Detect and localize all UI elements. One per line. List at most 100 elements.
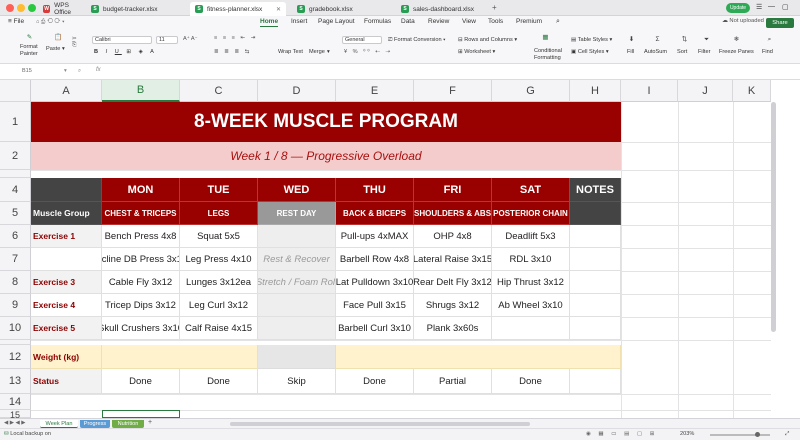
tab-sales-dashboard[interactable]: S sales-dashboard.xlsx <box>396 2 486 16</box>
row-header-13[interactable]: 13 <box>0 369 31 394</box>
font-style-buttons[interactable]: B I U ⊞ ◈ A <box>94 49 157 55</box>
worksheet-button[interactable]: ⊞ Worksheet ▾ <box>458 49 495 55</box>
exercise-cell[interactable]: Face Pull 3x15 <box>336 294 414 317</box>
backup-status[interactable]: ⛁ Local backup on <box>4 431 51 437</box>
alignment-icons[interactable]: ≡ ≡ ≡ ⇤ ⇥ <box>214 35 257 41</box>
day-header-thu[interactable]: THU <box>336 178 414 202</box>
fullscreen-icon[interactable]: ⤢ <box>785 431 789 438</box>
exercise-cell[interactable] <box>492 317 570 340</box>
menu-formulas[interactable]: Formulas <box>364 18 391 25</box>
muscle-group-tue[interactable]: LEGS <box>180 202 258 225</box>
weight-input-mon-tue[interactable] <box>102 345 258 369</box>
row-header-1[interactable]: 1 <box>0 102 31 142</box>
exercise-cell[interactable]: Skull Crushers 3x10 <box>102 317 180 340</box>
day-header-tue[interactable]: TUE <box>180 178 258 202</box>
column-header-b[interactable]: B <box>102 80 180 102</box>
notes-cell[interactable] <box>570 294 621 317</box>
exercise-cell[interactable]: Pull-ups 4xMAX <box>336 225 414 248</box>
rows-columns-button[interactable]: ⊟ Rows and Columns ▾ <box>458 37 517 43</box>
row-header-15[interactable]: 15 <box>0 410 31 420</box>
muscle-group-mon[interactable]: CHEST & TRICEPS <box>102 202 180 225</box>
status-cell[interactable]: Done <box>180 369 258 394</box>
menu-tools[interactable]: Tools <box>488 18 503 25</box>
exercise-label-3[interactable]: Exercise 3 <box>31 271 102 294</box>
status-label[interactable]: Status <box>31 369 102 394</box>
row-header-3[interactable]: 3 <box>0 170 31 178</box>
exercise-cell[interactable]: RDL 3x10 <box>492 248 570 271</box>
vertical-scrollbar[interactable] <box>771 102 776 332</box>
menu-view[interactable]: View <box>462 18 476 25</box>
toolbar-mini-icons[interactable]: ⌂ ⎙ ⟲ ⟳ ▾ <box>36 19 64 26</box>
exercise-cell[interactable]: Incline DB Press 3x10 <box>102 248 180 271</box>
exercise-cell[interactable]: Lateral Raise 3x15 <box>414 248 492 271</box>
table-styles-button[interactable]: ▤ Table Styles ▾ <box>571 37 612 43</box>
notes-dark-cell[interactable] <box>570 202 621 225</box>
tab-gradebook[interactable]: S gradebook.xlsx <box>292 2 368 16</box>
paste-dropdown-icon[interactable]: ▾ <box>62 46 65 52</box>
muscle-group-sat[interactable]: POSTERIOR CHAIN <box>492 202 570 225</box>
sort-button[interactable]: Sort <box>677 49 687 55</box>
view-mode-icons[interactable]: ◉ ▦ ▭ ▤ ▢ ⊞ <box>586 431 657 437</box>
status-cell[interactable]: Skip <box>258 369 336 394</box>
exercise-cell[interactable]: Tricep Dips 3x12 <box>102 294 180 317</box>
rest-cell[interactable] <box>258 317 336 340</box>
exercise-cell[interactable]: OHP 4x8 <box>414 225 492 248</box>
restore-icon[interactable]: ▢ <box>782 3 789 11</box>
row-header-6[interactable]: 6 <box>0 225 31 248</box>
sheet-tab-nutrition[interactable]: Nutrition <box>112 420 144 428</box>
alignment-icons-2[interactable]: ≣ ≣ ≣ ⇆ <box>214 49 251 55</box>
filter-icon[interactable]: ⏷ <box>703 36 710 43</box>
zoom-slider[interactable] <box>710 434 770 436</box>
new-tab-icon[interactable]: + <box>492 3 497 12</box>
font-name-select[interactable]: Calibri <box>92 36 152 44</box>
column-header-k[interactable]: K <box>733 80 771 102</box>
rest-cell[interactable] <box>258 225 336 248</box>
paste-icon[interactable]: 📋 <box>54 34 62 41</box>
exercise-cell[interactable]: Hip Thrust 3x12 <box>492 271 570 294</box>
rest-cell[interactable] <box>258 294 336 317</box>
autosum-button[interactable]: AutoSum <box>644 49 667 55</box>
day-header-sat[interactable]: SAT <box>492 178 570 202</box>
column-header-a[interactable]: A <box>31 80 102 102</box>
filter-button[interactable]: Filter <box>698 49 710 55</box>
exercise-cell[interactable]: Lat Pulldown 3x10 <box>336 271 414 294</box>
menu-premium[interactable]: Premium <box>516 18 542 25</box>
freeze-panes-icon[interactable]: ❄ <box>733 36 740 43</box>
exercise-label-2[interactable] <box>31 248 102 271</box>
cell-ref-dropdown-icon[interactable]: ▾ <box>64 68 67 74</box>
exercise-cell[interactable]: Barbell Curl 3x10 <box>336 317 414 340</box>
exercise-cell[interactable]: Ab Wheel 3x10 <box>492 294 570 317</box>
exercise-cell[interactable]: Calf Raise 4x15 <box>180 317 258 340</box>
muscle-group-wed[interactable]: REST DAY <box>258 202 336 225</box>
sheet-nav-icons[interactable]: ◀ ▶ ◀ ▶ <box>4 420 26 426</box>
exercise-cell[interactable]: Squat 5x5 <box>180 225 258 248</box>
column-header-c[interactable]: C <box>180 80 258 102</box>
menu-page-layout[interactable]: Page Layout <box>318 18 355 25</box>
format-conversion-button[interactable]: ⎚ Format Conversion ▾ <box>388 37 446 44</box>
zoom-level[interactable]: 203% <box>680 431 694 437</box>
notes-cell[interactable] <box>570 225 621 248</box>
day-header-fri[interactable]: FRI <box>414 178 492 202</box>
fill-button[interactable]: Fill <box>627 49 634 55</box>
exercise-cell[interactable]: Shrugs 3x12 <box>414 294 492 317</box>
add-sheet-icon[interactable]: + <box>148 419 152 426</box>
exercise-cell[interactable]: Cable Fly 3x12 <box>102 271 180 294</box>
tab-wps-office[interactable]: W WPS Office <box>38 2 84 16</box>
sort-icon[interactable]: ⇅ <box>681 36 688 43</box>
row-header-12[interactable]: 12 <box>0 345 31 369</box>
number-format-icons[interactable]: ¥ % ⁰⁰ ⇠ ⇢ <box>344 49 392 55</box>
zoom-cell-icon[interactable]: ⌕ <box>78 68 81 75</box>
merge-dropdown-icon[interactable]: ▾ <box>327 49 330 55</box>
exercise-cell[interactable]: Deadlift 5x3 <box>492 225 570 248</box>
format-painter-icon[interactable]: ✎ <box>26 34 33 41</box>
select-all-corner[interactable] <box>0 80 31 102</box>
formula-input[interactable] <box>110 67 760 77</box>
row-header-9[interactable]: 9 <box>0 294 31 317</box>
not-uploaded-status[interactable]: ☁ Not uploaded <box>722 18 764 24</box>
notes-cell[interactable] <box>570 248 621 271</box>
menu-home[interactable]: Home <box>260 18 279 27</box>
font-size-adjust-icons[interactable]: A⁺ A⁻ <box>183 36 198 42</box>
freeze-panes-button[interactable]: Freeze Panes <box>719 49 754 55</box>
exercise-cell[interactable]: Leg Curl 3x12 <box>180 294 258 317</box>
row-header-2[interactable]: 2 <box>0 142 31 170</box>
